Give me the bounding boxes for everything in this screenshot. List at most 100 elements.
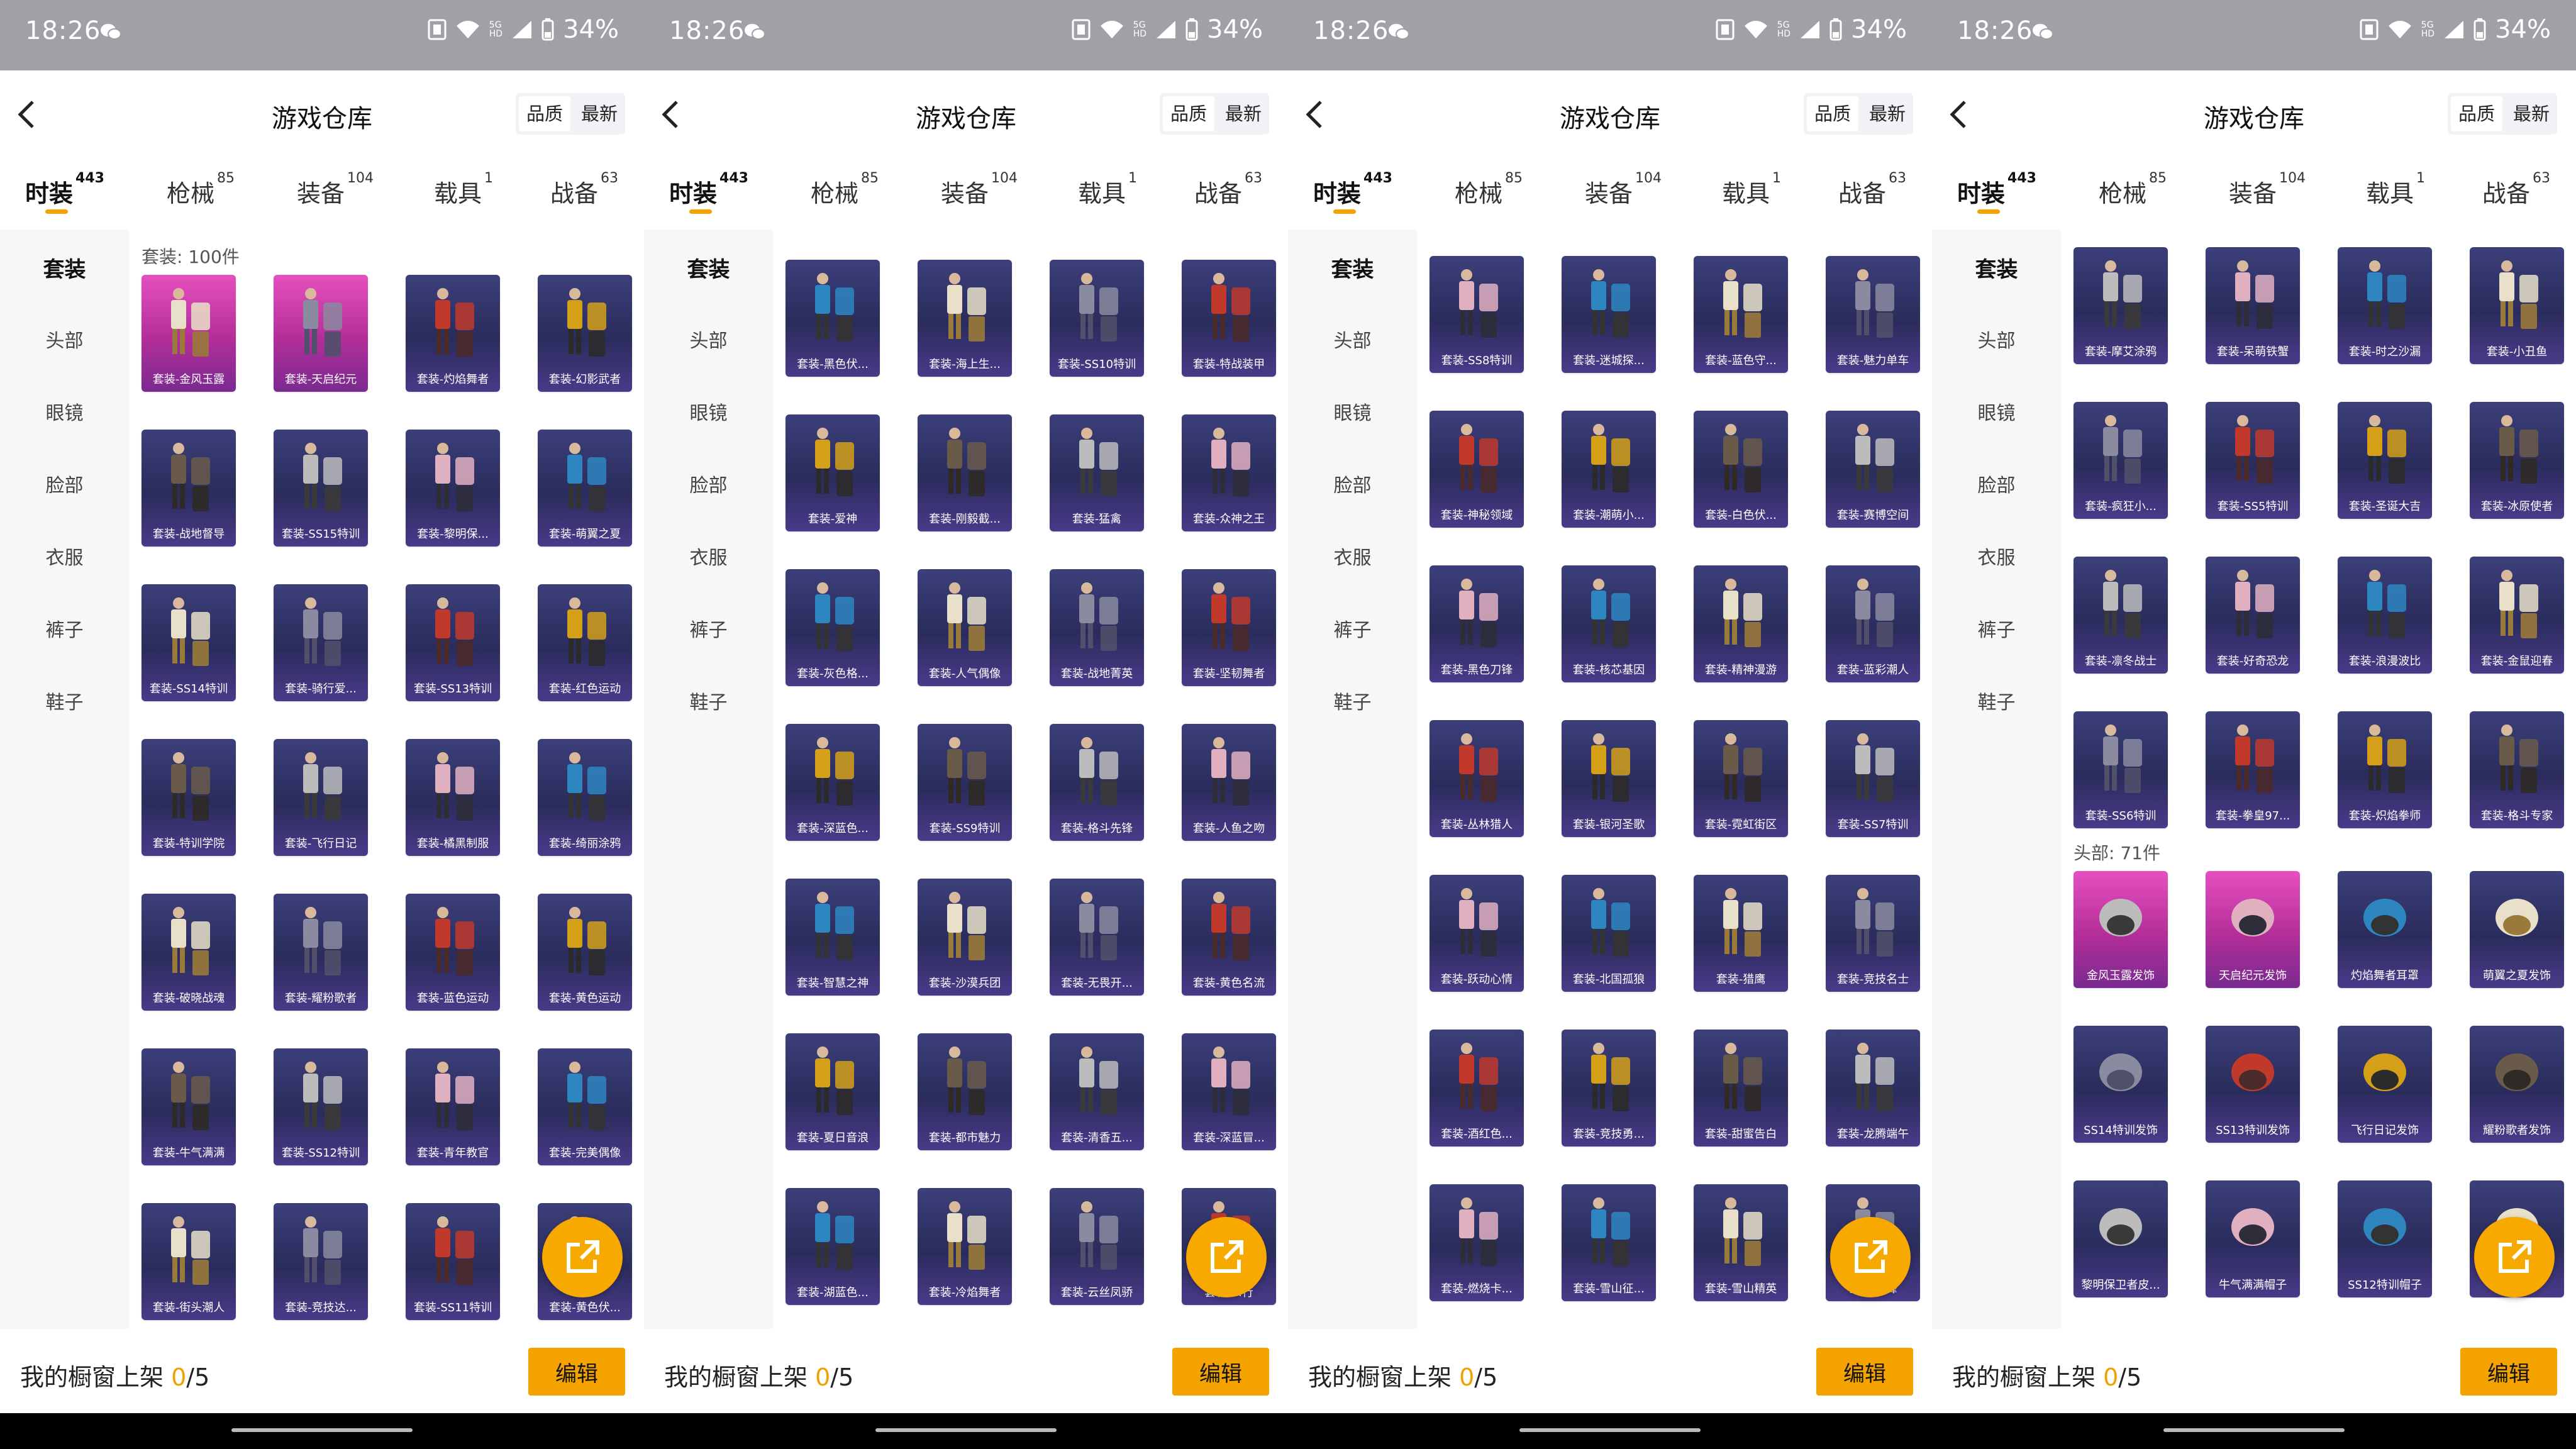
share-button[interactable] <box>1830 1217 1911 1297</box>
tab-equipment[interactable]: 装备104 <box>297 170 374 209</box>
tab-weapons[interactable]: 枪械85 <box>1455 170 1523 209</box>
tab-equipment[interactable]: 装备104 <box>941 170 1018 209</box>
skin-item-card[interactable]: 套装-雪山征... <box>1562 1184 1656 1301</box>
skin-item-card[interactable]: 套装-街头潮人 <box>142 1203 236 1320</box>
sidebar-item-shoes[interactable]: 鞋子 <box>0 687 129 714</box>
edit-button[interactable]: 编辑 <box>1816 1348 1913 1396</box>
skin-item-card[interactable]: 套装-沙漠兵团 <box>918 879 1012 996</box>
skin-item-card[interactable]: 套装-人鱼之吻 <box>1182 724 1276 841</box>
skin-item-card[interactable]: 套装-SS10特训 <box>1050 260 1144 377</box>
skin-item-card[interactable]: 套装-SS14特训 <box>142 584 236 701</box>
skin-item-card[interactable]: 套装-竞技勇... <box>1562 1030 1656 1146</box>
skin-item-card[interactable]: 套装-冰原使者 <box>2470 402 2564 519</box>
sort-toggle[interactable]: 品质 最新 <box>1804 93 1914 135</box>
skin-item-card[interactable]: 套装-甜蜜告白 <box>1694 1030 1788 1146</box>
skin-item-card[interactable]: 套装-天启纪元 <box>274 275 368 392</box>
skin-item-card[interactable]: SS13特训发饰 <box>2206 1026 2300 1143</box>
skin-item-card[interactable]: 套装-特战装甲 <box>1182 260 1276 377</box>
skin-item-card[interactable]: 套装-湖蓝色... <box>786 1188 880 1305</box>
skin-item-card[interactable]: 套装-龙腾端午 <box>1826 1030 1920 1146</box>
tab-equipment[interactable]: 装备104 <box>2229 170 2306 209</box>
skin-item-card[interactable]: 套装-小丑鱼 <box>2470 247 2564 364</box>
tab-equipment[interactable]: 装备104 <box>1585 170 1662 209</box>
sidebar-item-clothes[interactable]: 衣服 <box>1288 542 1417 570</box>
skin-item-card[interactable]: SS14特训发饰 <box>2074 1026 2168 1143</box>
tab-fashion[interactable]: 时装443 <box>669 170 748 214</box>
tab-supplies[interactable]: 战备63 <box>1838 170 1906 209</box>
skin-item-card[interactable]: 萌翼之夏发饰 <box>2470 871 2564 988</box>
skin-item-card[interactable]: 套装-SS12特训 <box>274 1048 368 1165</box>
tab-weapons[interactable]: 枪械85 <box>2099 170 2167 209</box>
skin-item-card[interactable]: 套装-炽焰拳师 <box>2338 711 2432 828</box>
skin-item-card[interactable]: 套装-智慧之神 <box>786 879 880 996</box>
skin-item-card[interactable]: 套装-时之沙漏 <box>2338 247 2432 364</box>
skin-item-card[interactable]: 套装-金鼠迎春 <box>2470 557 2564 674</box>
sort-latest-button[interactable]: 最新 <box>574 93 625 135</box>
skin-item-card[interactable]: 套装-猛禽 <box>1050 414 1144 531</box>
skin-item-card[interactable]: 套装-格斗专家 <box>2470 711 2564 828</box>
sidebar-item-shoes[interactable]: 鞋子 <box>1288 687 1417 714</box>
sort-quality-button[interactable]: 品质 <box>1163 96 1215 131</box>
skin-item-card[interactable]: 套装-蓝色守... <box>1694 256 1788 373</box>
skin-item-card[interactable]: 套装-黑色伏... <box>786 260 880 377</box>
skin-item-card[interactable]: 套装-云丝凤骄 <box>1050 1188 1144 1305</box>
sidebar-item-face[interactable]: 脸部 <box>1288 470 1417 497</box>
skin-item-card[interactable]: 套装-北国孤狼 <box>1562 875 1656 992</box>
skin-item-card[interactable]: 套装-特训学院 <box>142 739 236 856</box>
sidebar-item-glasses[interactable]: 眼镜 <box>1932 397 2061 425</box>
sort-quality-button[interactable]: 品质 <box>1807 96 1859 131</box>
skin-item-card[interactable]: 套装-摩艾涂鸦 <box>2074 247 2168 364</box>
tab-vehicles[interactable]: 载具1 <box>2366 170 2425 209</box>
tab-vehicles[interactable]: 载具1 <box>434 170 493 209</box>
skin-item-card[interactable]: 套装-雪山精英 <box>1694 1184 1788 1301</box>
skin-item-card[interactable]: 套装-格斗先锋 <box>1050 724 1144 841</box>
skin-item-card[interactable]: 套装-无畏开... <box>1050 879 1144 996</box>
skin-item-card[interactable]: 套装-竞技达... <box>274 1203 368 1320</box>
skin-item-card[interactable]: 套装-SS8特训 <box>1430 256 1524 373</box>
skin-item-card[interactable]: 套装-人气偶像 <box>918 569 1012 686</box>
skin-item-card[interactable]: 套装-SS6特训 <box>2074 711 2168 828</box>
sidebar-item-outfit[interactable]: 套装 <box>0 252 129 283</box>
sort-quality-button[interactable]: 品质 <box>2451 96 2503 131</box>
tab-fashion[interactable]: 时装443 <box>1313 170 1392 214</box>
skin-item-card[interactable]: 套装-SS15特训 <box>274 430 368 547</box>
home-indicator[interactable] <box>231 1428 413 1432</box>
skin-item-card[interactable]: 套装-核芯基因 <box>1562 565 1656 682</box>
sidebar-item-head[interactable]: 头部 <box>1932 325 2061 353</box>
sidebar-item-glasses[interactable]: 眼镜 <box>1288 397 1417 425</box>
skin-item-card[interactable]: 套装-猎鹰 <box>1694 875 1788 992</box>
skin-item-card[interactable]: 套装-好奇恐龙 <box>2206 557 2300 674</box>
sidebar-item-clothes[interactable]: 衣服 <box>1932 542 2061 570</box>
skin-item-card[interactable]: 套装-竞技名士 <box>1826 875 1920 992</box>
sidebar-item-head[interactable]: 头部 <box>0 325 129 353</box>
sort-latest-button[interactable]: 最新 <box>1862 93 1913 135</box>
skin-item-card[interactable]: 套装-黑色刀锋 <box>1430 565 1524 682</box>
skin-item-card[interactable]: 套装-拳皇97... <box>2206 711 2300 828</box>
edit-button[interactable]: 编辑 <box>2460 1348 2557 1396</box>
skin-item-card[interactable]: 套装-灼焰舞者 <box>406 275 500 392</box>
skin-item-card[interactable]: 套装-飞行日记 <box>274 739 368 856</box>
skin-item-card[interactable]: 套装-SS9特训 <box>918 724 1012 841</box>
skin-item-card[interactable]: 套装-银河圣歌 <box>1562 720 1656 837</box>
skin-item-card[interactable]: 套装-SS11特训 <box>406 1203 500 1320</box>
skin-item-card[interactable]: SS12特训帽子 <box>2338 1180 2432 1297</box>
skin-item-card[interactable]: 套装-都市魅力 <box>918 1033 1012 1150</box>
tab-supplies[interactable]: 战备63 <box>2482 170 2550 209</box>
skin-item-card[interactable]: 套装-精神漫游 <box>1694 565 1788 682</box>
skin-item-card[interactable]: 套装-金风玉露 <box>142 275 236 392</box>
sort-toggle[interactable]: 品质 最新 <box>516 93 626 135</box>
skin-item-card[interactable]: 飞行日记发饰 <box>2338 1026 2432 1143</box>
skin-item-card[interactable]: 套装-疯狂小... <box>2074 402 2168 519</box>
share-button[interactable] <box>2474 1217 2555 1297</box>
skin-item-card[interactable]: 套装-赛博空间 <box>1826 411 1920 528</box>
sort-toggle[interactable]: 品质 最新 <box>2448 93 2558 135</box>
sidebar-item-clothes[interactable]: 衣服 <box>644 542 773 570</box>
tab-supplies[interactable]: 战备63 <box>550 170 618 209</box>
sidebar-item-face[interactable]: 脸部 <box>644 470 773 497</box>
skin-item-card[interactable]: 灼焰舞者耳罩 <box>2338 871 2432 988</box>
skin-item-card[interactable]: 套装-爱神 <box>786 414 880 531</box>
skin-item-card[interactable]: 套装-黄色运动 <box>538 894 632 1011</box>
sort-latest-button[interactable]: 最新 <box>1218 93 1269 135</box>
skin-item-card[interactable]: 套装-骑行爱... <box>274 584 368 701</box>
skin-item-card[interactable]: 套装-浪漫波比 <box>2338 557 2432 674</box>
